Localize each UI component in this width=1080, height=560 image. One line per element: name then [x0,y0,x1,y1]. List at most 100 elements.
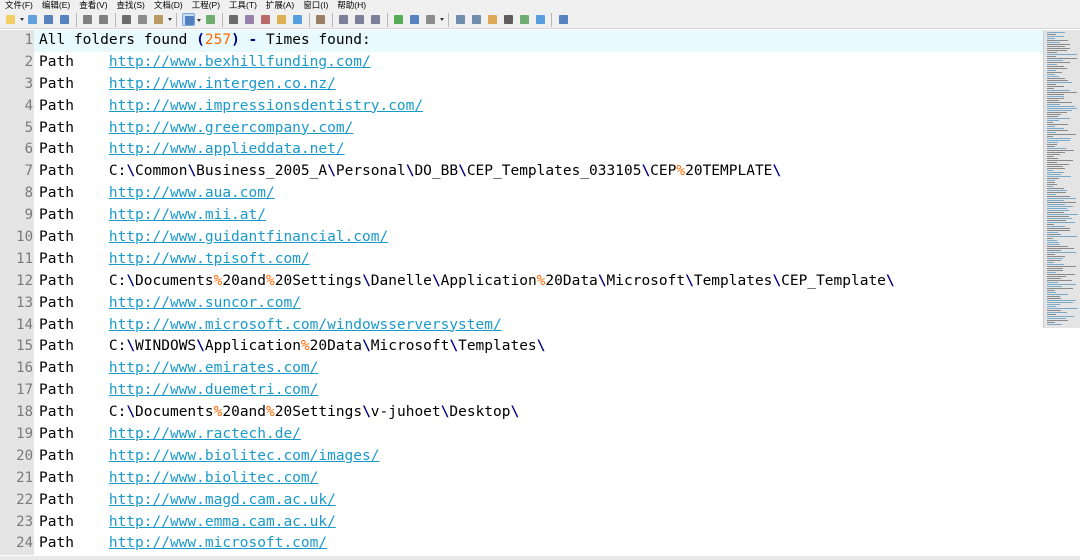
run-icon[interactable] [337,13,350,26]
editor-line[interactable]: 1 All folders found (257) - Times found: [0,30,1043,52]
line-number: 6 [0,139,34,162]
panel-split-icon[interactable] [470,13,483,26]
menu-item-9[interactable]: 帮助(H) [332,0,370,11]
menu-item-6[interactable]: 工具(T) [224,0,261,11]
path-label: Path [39,119,74,136]
editor-line[interactable]: 12 Path C:\Documents%20and%20Settings\Dan… [0,270,1043,293]
terminal-icon[interactable] [502,13,515,26]
editor-line[interactable]: 3 Path http://www.intergen.co.nz/ [0,73,1043,96]
editor-line[interactable]: 24 Path http://www.microsoft.com/ [0,533,1043,556]
url-link[interactable]: http://www.guidantfinancial.com/ [109,229,388,245]
url-link[interactable]: http://www.emirates.com/ [109,360,319,376]
url-link[interactable]: http://www.microsoft.com/ [109,535,327,551]
grid-icon[interactable] [518,13,531,26]
plugin-icon[interactable] [392,13,405,26]
url-link[interactable]: http://www.applieddata.net/ [109,141,345,157]
tools-icon[interactable] [424,13,444,26]
menu-item-4[interactable]: 文档(D) [149,0,187,11]
menu-item-7[interactable]: 扩展(A) [261,0,298,11]
editor-line[interactable]: 14 Path http://www.microsoft.com/windowss… [0,314,1043,337]
mark-icon[interactable] [275,13,288,26]
editor-line[interactable]: 10 Path http://www.guidantfinancial.com/ [0,227,1043,249]
path-label: Path [39,338,74,355]
debug-icon[interactable] [353,13,366,26]
copy-icon[interactable] [136,13,149,26]
bookmark-icon[interactable] [291,13,304,26]
browser-icon[interactable] [534,13,547,26]
url-link[interactable]: http://www.tpisoft.com/ [109,251,310,267]
editor-line[interactable]: 18 Path C:\Documents%20and%20Settings\v-j… [0,402,1043,425]
editor-line[interactable]: 6 Path http://www.applieddata.net/ [0,139,1043,162]
find-in-files-icon[interactable] [243,13,256,26]
editor-line[interactable]: 19 Path http://www.ractech.de/ [0,424,1043,446]
line-number: 7 [0,161,34,184]
save-all-icon[interactable] [58,13,71,26]
path-label: Path [39,75,74,92]
menu-item-1[interactable]: 编辑(E) [37,0,74,11]
word-wrap-icon[interactable] [181,13,201,26]
url-link[interactable]: http://www.microsoft.com/windowsserversy… [109,317,502,333]
editor-line[interactable]: 11 Path http://www.tpisoft.com/ [0,248,1043,271]
editor-line[interactable]: 13 Path http://www.suncor.com/ [0,292,1043,315]
line-number: 13 [0,292,34,315]
undo-icon[interactable] [81,13,94,26]
menu-item-3[interactable]: 查找(S) [112,0,149,11]
column-mode-icon[interactable] [204,13,217,26]
url-link[interactable]: http://www.ractech.de/ [109,426,301,442]
editor-line[interactable]: 22 Path http://www.magd.cam.ac.uk/ [0,489,1043,512]
editor-line[interactable]: 5 Path http://www.greercompany.com/ [0,117,1043,140]
url-link[interactable]: http://www.duemetri.com/ [109,382,319,398]
help-chat-icon[interactable] [557,13,570,26]
line-text: Path C:\WINDOWS\Application%20Data\Micro… [39,336,545,358]
menu-item-0[interactable]: 文件(F) [0,0,37,11]
open-file-icon[interactable] [26,13,39,26]
panel-left-icon[interactable] [454,13,467,26]
url-link[interactable]: http://www.bexhillfunding.com/ [109,54,371,70]
path-label: Path [39,447,74,464]
new-file-icon[interactable] [4,13,24,26]
url-link[interactable]: http://www.impressionsdentistry.com/ [109,98,423,114]
menu-item-2[interactable]: 查看(V) [74,0,111,11]
editor-line[interactable]: 4 Path http://www.impressionsdentistry.co… [0,95,1043,118]
line-text: Path http://www.microsoft.com/ [39,533,327,555]
editor-line[interactable]: 20 Path http://www.biolitec.com/images/ [0,445,1043,468]
horizontal-scrollbar[interactable] [0,556,1080,560]
url-link[interactable]: http://www.intergen.co.nz/ [109,76,336,92]
editor-line[interactable]: 16 Path http://www.emirates.com/ [0,358,1043,381]
toolbar-separator [331,12,333,27]
line-number: 17 [0,380,34,403]
window-icon[interactable] [408,13,421,26]
menu-item-5[interactable]: 工程(P) [187,0,224,11]
url-link[interactable]: http://www.greercompany.com/ [109,120,353,136]
toolbar-separator [75,12,77,27]
editor-line[interactable]: 7 Path C:\Common\Business_2005_A\Personal… [0,161,1043,184]
format-icon[interactable] [314,13,327,26]
url-link[interactable]: http://www.emma.cam.ac.uk/ [109,514,336,530]
url-link[interactable]: http://www.mii.at/ [109,207,266,223]
url-link[interactable]: http://www.suncor.com/ [109,295,301,311]
url-link[interactable]: http://www.aua.com/ [109,185,275,201]
editor-line[interactable]: 23 Path http://www.emma.cam.ac.uk/ [0,511,1043,534]
editor-line[interactable]: 17 Path http://www.duemetri.com/ [0,380,1043,403]
editor-line[interactable]: 15 Path C:\WINDOWS\Application%20Data\Mic… [0,336,1043,359]
editor-line[interactable]: 8 Path http://www.aua.com/ [0,183,1043,206]
line-number: 16 [0,358,34,381]
cut-icon[interactable] [120,13,133,26]
editor-line[interactable]: 2 Path http://www.bexhillfunding.com/ [0,51,1043,74]
url-link[interactable]: http://www.biolitec.com/images/ [109,448,380,464]
find-icon[interactable] [227,13,240,26]
line-text: Path C:\Documents%20and%20Settings\Danel… [39,271,895,293]
menu-item-8[interactable]: 窗口(I) [298,0,332,11]
replace-icon[interactable] [259,13,272,26]
paste-icon[interactable] [152,13,172,26]
document-minimap[interactable] [1043,30,1080,328]
macro-icon[interactable] [369,13,382,26]
url-link[interactable]: http://www.magd.cam.ac.uk/ [109,492,336,508]
document-list-icon[interactable] [486,13,499,26]
editor-line[interactable]: 21 Path http://www.biolitec.com/ [0,467,1043,490]
redo-icon[interactable] [97,13,110,26]
editor-line[interactable]: 9 Path http://www.mii.at/ [0,205,1043,228]
url-link[interactable]: http://www.biolitec.com/ [109,470,319,486]
save-icon[interactable] [42,13,55,26]
text-editor[interactable]: 1 All folders found (257) - Times found:… [0,30,1043,556]
